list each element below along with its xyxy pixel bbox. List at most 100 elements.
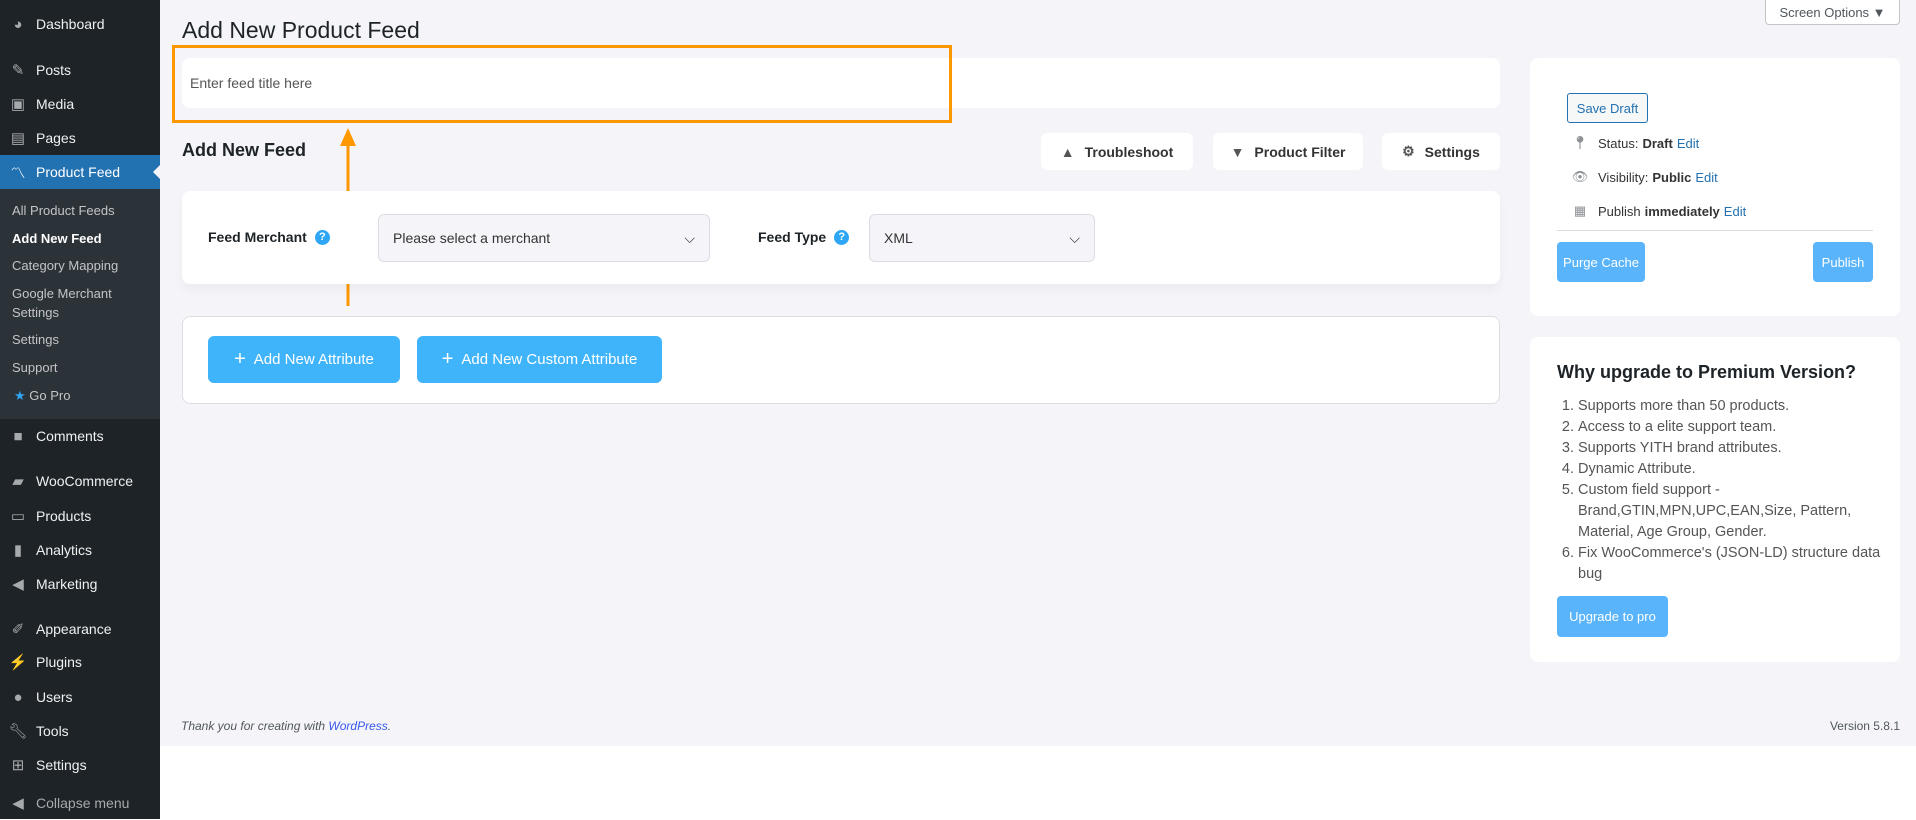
sidebar-item-pages[interactable]: ▤ Pages	[0, 121, 160, 155]
user-icon: ●	[13, 688, 23, 706]
edit-status-link[interactable]: Edit	[1677, 136, 1699, 151]
collapse-menu-button[interactable]: ◀ Collapse menu	[0, 786, 160, 820]
screen-options-button[interactable]: Screen Options ▼	[1765, 0, 1900, 25]
sidebar-label: Collapse menu	[36, 795, 130, 811]
settings-label: Settings	[1424, 143, 1480, 160]
collapse-icon: ◀	[12, 795, 24, 812]
list-item: Fix WooCommerce's (JSON-LD) structure da…	[1578, 543, 1908, 585]
save-draft-button[interactable]: Save Draft	[1567, 93, 1648, 123]
sidebar-item-woocommerce[interactable]: ▰ WooCommerce	[0, 464, 160, 498]
publish-button[interactable]: Publish	[1813, 242, 1873, 282]
wordpress-link[interactable]: WordPress	[328, 719, 387, 733]
section-title: Add New Feed	[182, 140, 307, 160]
upgrade-to-pro-button[interactable]: Upgrade to pro	[1557, 596, 1668, 637]
submenu-category-mapping[interactable]: Category Mapping	[12, 256, 118, 275]
sidebar-item-media[interactable]: ▣ Media	[0, 87, 160, 121]
troubleshoot-label: Troubleshoot	[1084, 143, 1174, 160]
visibility-row: 👁︎ Visibility: Public Edit	[1570, 169, 1718, 185]
admin-sidebar: All Product Feeds Add New Feed Category …	[0, 0, 160, 819]
megaphone-icon: ◀	[12, 576, 24, 593]
feed-title-input[interactable]: Enter feed title here	[182, 58, 1500, 108]
settings-button[interactable]: ⚙ Settings	[1382, 133, 1500, 170]
add-custom-attribute-label: Add New Custom Attribute	[461, 351, 638, 368]
sidebar-item-comments[interactable]: ■ Comments	[0, 419, 160, 453]
gear-icon: ⚙	[1402, 143, 1415, 159]
plus-icon: +	[441, 348, 454, 370]
list-item: Supports YITH brand attributes.	[1578, 438, 1908, 459]
wrench-icon: 🔧︎	[8, 723, 28, 740]
merchant-select[interactable]: Please select a merchant ⌵	[378, 214, 710, 262]
pin-icon: 📍︎	[1571, 135, 1589, 150]
analytics-icon: ▮	[13, 542, 23, 559]
comments-icon: ■	[13, 427, 23, 445]
woocommerce-icon: ▰	[12, 473, 24, 490]
sidebar-item-posts[interactable]: ✎ Posts	[0, 53, 160, 87]
products-icon: ▭	[10, 508, 26, 525]
sidebar-item-marketing[interactable]: ◀ Marketing	[0, 567, 160, 601]
edit-publish-link[interactable]: Edit	[1724, 204, 1746, 219]
warning-icon: ▲	[1060, 143, 1075, 160]
publish-value: immediately	[1644, 203, 1720, 219]
sidebar-label: Products	[36, 508, 92, 524]
feed-merchant-label: Feed Merchant?	[208, 229, 330, 245]
publish-time-row: ▦ Publish immediately Edit	[1570, 203, 1746, 219]
help-icon[interactable]: ?	[314, 229, 330, 245]
type-label-text: Feed Type	[758, 229, 827, 245]
sidebar-label: Media	[36, 96, 75, 112]
submenu-add-new-feed[interactable]: Add New Feed	[12, 229, 102, 248]
purge-cache-button[interactable]: Purge Cache	[1557, 242, 1645, 282]
help-icon[interactable]: ?	[834, 229, 850, 245]
submenu-google-merchant-settings[interactable]: Google Merchant Settings	[12, 284, 132, 322]
list-item: Dynamic Attribute.	[1578, 459, 1908, 480]
submenu-all-product-feeds[interactable]: All Product Feeds	[12, 201, 115, 220]
star-icon: ★	[14, 388, 26, 403]
sidebar-item-tools[interactable]: 🔧︎ Tools	[0, 714, 160, 748]
sidebar-label: WooCommerce	[36, 473, 133, 489]
feed-type-select[interactable]: XML ⌵	[869, 214, 1095, 262]
sidebar-label: Marketing	[36, 576, 98, 592]
pages-icon: ▤	[10, 130, 26, 147]
submenu-support[interactable]: Support	[12, 358, 58, 377]
page-title: Add New Product Feed	[182, 17, 420, 43]
sidebar-item-product-feed[interactable]: 〽 Product Feed	[0, 155, 160, 189]
plugin-icon: ⚡	[8, 654, 28, 671]
feed-type-label: Feed Type?	[758, 229, 850, 245]
eye-icon: 👁︎	[1571, 169, 1589, 184]
sidebar-label: Tools	[36, 723, 69, 739]
brush-icon: ✐	[11, 621, 25, 638]
sidebar-item-plugins[interactable]: ⚡ Plugins	[0, 645, 160, 679]
sidebar-item-products[interactable]: ▭ Products	[0, 499, 160, 533]
add-attribute-label: Add New Attribute	[253, 351, 374, 368]
sidebar-item-users[interactable]: ● Users	[0, 680, 160, 714]
submenu-settings[interactable]: Settings	[12, 330, 59, 349]
footer-text: Thank you for creating with	[181, 719, 329, 733]
sidebar-item-dashboard[interactable]: ◕ Dashboard	[0, 7, 160, 41]
list-item: Supports more than 50 products.	[1578, 396, 1908, 417]
go-pro-label: Go Pro	[29, 388, 71, 403]
troubleshoot-button[interactable]: ▲ Troubleshoot	[1041, 133, 1193, 170]
calendar-icon: ▦	[1573, 203, 1587, 218]
visibility-value: Public	[1652, 169, 1692, 185]
sidebar-label: Dashboard	[36, 16, 105, 32]
sidebar-item-settings[interactable]: ⊞ Settings	[0, 748, 160, 782]
feed-title-placeholder: Enter feed title here	[190, 75, 313, 91]
add-new-attribute-button[interactable]: + Add New Attribute	[208, 336, 400, 383]
divider	[1557, 230, 1873, 231]
add-new-custom-attribute-button[interactable]: + Add New Custom Attribute	[417, 336, 662, 383]
footer-version: Version 5.8.1	[1829, 719, 1900, 733]
sidebar-label: Appearance	[36, 621, 112, 637]
sidebar-item-appearance[interactable]: ✐ Appearance	[0, 612, 160, 646]
premium-title: Why upgrade to Premium Version?	[1557, 362, 1857, 382]
settings-icon: ⊞	[11, 757, 25, 774]
status-row: 📍︎ Status: Draft Edit	[1570, 135, 1699, 151]
visibility-label: Visibility:	[1598, 169, 1649, 185]
product-filter-button[interactable]: ▼ Product Filter	[1213, 133, 1363, 170]
edit-visibility-link[interactable]: Edit	[1695, 170, 1717, 185]
product-feed-submenu: All Product Feeds Add New Feed Category …	[0, 189, 160, 419]
merchant-label-text: Feed Merchant	[208, 229, 307, 245]
dashboard-icon: ◕	[13, 15, 23, 33]
sidebar-item-analytics[interactable]: ▮ Analytics	[0, 533, 160, 567]
sidebar-label: Comments	[36, 428, 104, 444]
feed-type-value: XML	[884, 230, 913, 246]
submenu-go-pro[interactable]: ★ Go Pro	[14, 386, 70, 405]
